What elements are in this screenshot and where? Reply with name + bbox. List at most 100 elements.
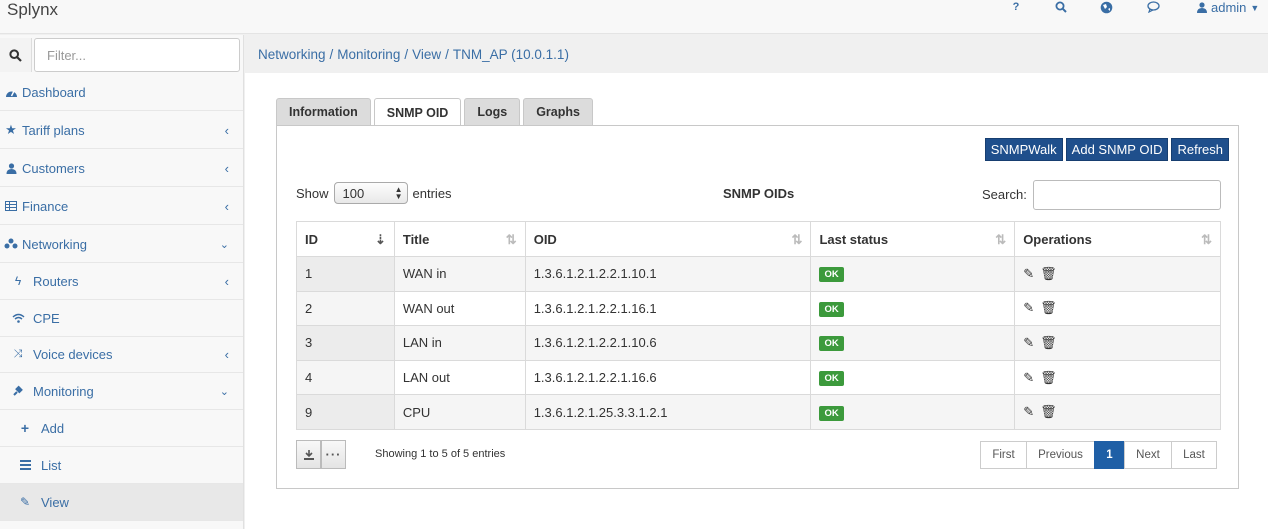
breadcrumb-networking[interactable]: Networking bbox=[258, 47, 326, 62]
tab-information[interactable]: Information bbox=[276, 98, 371, 126]
breadcrumb-view[interactable]: View bbox=[412, 47, 441, 62]
snmp-oid-panel: SNMPWalk Add SNMP OID Refresh Show 100 ▲… bbox=[276, 125, 1239, 489]
export-icon bbox=[303, 449, 314, 460]
sidebar-item-view[interactable]: ✎ View bbox=[0, 484, 243, 521]
chat-icon[interactable] bbox=[1145, 0, 1161, 14]
status-badge: OK bbox=[819, 336, 844, 352]
export-button[interactable] bbox=[296, 440, 321, 469]
sidebar-item-dashboard[interactable]: Dashboard bbox=[0, 74, 243, 111]
sidebar-item-finance[interactable]: Finance ‹ bbox=[0, 188, 243, 225]
pager-first[interactable]: First bbox=[980, 441, 1027, 469]
column-last-status[interactable]: Last status ⇅ bbox=[810, 221, 1016, 257]
sidebar-item-label: Networking bbox=[22, 236, 88, 252]
shuffle-icon: ⤨ bbox=[13, 347, 23, 360]
sort-icon: ⇅ bbox=[791, 232, 803, 247]
column-oid[interactable]: OID ⇅ bbox=[524, 221, 812, 257]
user-icon bbox=[3, 162, 19, 174]
breadcrumb-separator: / bbox=[404, 46, 409, 62]
filter-input[interactable] bbox=[34, 38, 240, 72]
toolbar: SNMPWalk Add SNMP OID Refresh bbox=[984, 138, 1229, 161]
edit-icon[interactable]: ✎ bbox=[1023, 266, 1034, 282]
sort-icon: ⇅ bbox=[1201, 232, 1212, 247]
tab-graphs[interactable]: Graphs bbox=[523, 98, 593, 126]
user-menu[interactable]: admin ▼ bbox=[1197, 0, 1259, 15]
pager-previous[interactable]: Previous bbox=[1026, 441, 1095, 469]
sidebar-item-label: Tariff plans bbox=[22, 122, 85, 138]
pager-last[interactable]: Last bbox=[1171, 441, 1217, 469]
search-icon[interactable] bbox=[1053, 0, 1069, 14]
tab-snmp-oid[interactable]: SNMP OID bbox=[373, 98, 462, 127]
add-snmp-oid-button[interactable]: Add SNMP OID bbox=[1065, 138, 1169, 161]
sidebar-item-label: Dashboard bbox=[22, 84, 86, 100]
sidebar-item-label: List bbox=[41, 457, 62, 473]
chevron-left-icon: ‹ bbox=[224, 347, 229, 362]
search-input[interactable] bbox=[1033, 180, 1221, 210]
more-options-button[interactable]: ··· bbox=[321, 440, 346, 469]
sidebar-filter bbox=[0, 38, 240, 72]
trash-icon[interactable]: 🗑 bbox=[1040, 300, 1057, 316]
breadcrumb-current[interactable]: TNM_AP (10.0.1.1) bbox=[453, 47, 569, 62]
sidebar-item-monitoring[interactable]: Monitoring ⌄ bbox=[0, 373, 243, 410]
cell-id: 3 bbox=[296, 325, 395, 361]
table-row: 9 CPU 1.3.6.1.2.1.25.3.3.1.2.1 OK ✎ 🗑 bbox=[296, 394, 1221, 430]
cell-id: 2 bbox=[296, 290, 395, 327]
cell-title: WAN out bbox=[393, 290, 526, 327]
table-row: 2 WAN out 1.3.6.1.2.1.2.2.1.16.1 OK ✎ 🗑 bbox=[296, 290, 1221, 327]
status-badge: OK bbox=[819, 267, 844, 283]
cell-operations: ✎ 🗑 bbox=[1014, 256, 1221, 292]
sidebar-item-networking[interactable]: Networking ⌄ bbox=[0, 226, 243, 263]
trash-icon[interactable]: 🗑 bbox=[1040, 335, 1057, 351]
table-info: Showing 1 to 5 of 5 entries bbox=[375, 448, 506, 460]
globe-icon[interactable] bbox=[1098, 0, 1114, 14]
chevron-left-icon: ‹ bbox=[224, 199, 229, 214]
breadcrumb-monitoring[interactable]: Monitoring bbox=[337, 47, 400, 62]
refresh-button[interactable]: Refresh bbox=[1171, 138, 1229, 161]
cell-title: LAN out bbox=[393, 359, 526, 396]
chevron-down-icon: ⌄ bbox=[219, 386, 229, 398]
status-badge: OK bbox=[819, 371, 844, 387]
sidebar-item-routers[interactable]: ϟ Routers ‹ bbox=[0, 263, 243, 300]
page-size-select[interactable]: 100 ▲ ▼ bbox=[333, 182, 408, 204]
pager-next[interactable]: Next bbox=[1124, 441, 1172, 469]
user-name: admin bbox=[1211, 0, 1247, 15]
column-id[interactable]: ID ⇣ bbox=[296, 221, 395, 257]
breadcrumb-separator: / bbox=[329, 46, 334, 62]
snmpwalk-button[interactable]: SNMPWalk bbox=[984, 138, 1063, 161]
sidebar-item-cpe[interactable]: CPE bbox=[0, 300, 243, 337]
trash-icon[interactable]: 🗑 bbox=[1040, 404, 1057, 420]
cell-oid: 1.3.6.1.2.1.2.2.1.16.6 bbox=[524, 359, 812, 396]
sidebar-item-customers[interactable]: Customers ‹ bbox=[0, 150, 243, 187]
column-operations[interactable]: Operations ⇅ bbox=[1014, 221, 1221, 257]
sidebar-item-tariff-plans[interactable]: ★ Tariff plans ‹ bbox=[0, 112, 243, 149]
app-title[interactable]: Splynx bbox=[7, 0, 58, 20]
column-title[interactable]: Title ⇅ bbox=[393, 221, 526, 257]
entries-label: entries bbox=[412, 185, 452, 201]
search-label: Search: bbox=[982, 187, 1027, 202]
pager-page-1[interactable]: 1 bbox=[1094, 441, 1125, 469]
sidebar-item-label: CPE bbox=[33, 310, 60, 326]
edit-icon[interactable]: ✎ bbox=[1023, 335, 1034, 351]
cell-status: OK bbox=[810, 394, 1016, 430]
cell-title: WAN in bbox=[393, 256, 526, 292]
tab-logs[interactable]: Logs bbox=[464, 98, 521, 126]
edit-icon[interactable]: ✎ bbox=[1023, 404, 1034, 420]
edit-icon[interactable]: ✎ bbox=[1023, 370, 1034, 386]
trash-icon[interactable]: 🗑 bbox=[1040, 266, 1057, 282]
sidebar-item-list[interactable]: List bbox=[0, 447, 243, 484]
cell-oid: 1.3.6.1.2.1.2.2.1.10.1 bbox=[524, 256, 812, 292]
sidebar-item-label: Routers bbox=[33, 273, 79, 289]
cell-title: LAN in bbox=[393, 325, 526, 361]
trash-icon[interactable]: 🗑 bbox=[1040, 370, 1057, 386]
search-icon[interactable] bbox=[0, 38, 32, 72]
snmp-oid-table: ID ⇣ Title ⇅ OID ⇅ Last status ⇅ Operations ⇅… bbox=[296, 221, 1221, 430]
help-icon[interactable]: ? bbox=[1008, 0, 1024, 14]
star-icon: ★ bbox=[5, 122, 17, 137]
status-badge: OK bbox=[819, 405, 844, 421]
cell-id: 4 bbox=[296, 359, 395, 396]
edit-icon[interactable]: ✎ bbox=[1023, 300, 1034, 316]
select-arrows-icon: ▲ ▼ bbox=[394, 185, 403, 201]
sidebar-item-add[interactable]: + Add bbox=[0, 410, 243, 447]
sidebar-item-voice-devices[interactable]: ⤨ Voice devices ‹ bbox=[0, 336, 243, 373]
cell-title: CPU bbox=[393, 394, 526, 430]
cell-oid: 1.3.6.1.2.1.2.2.1.10.6 bbox=[524, 325, 812, 361]
